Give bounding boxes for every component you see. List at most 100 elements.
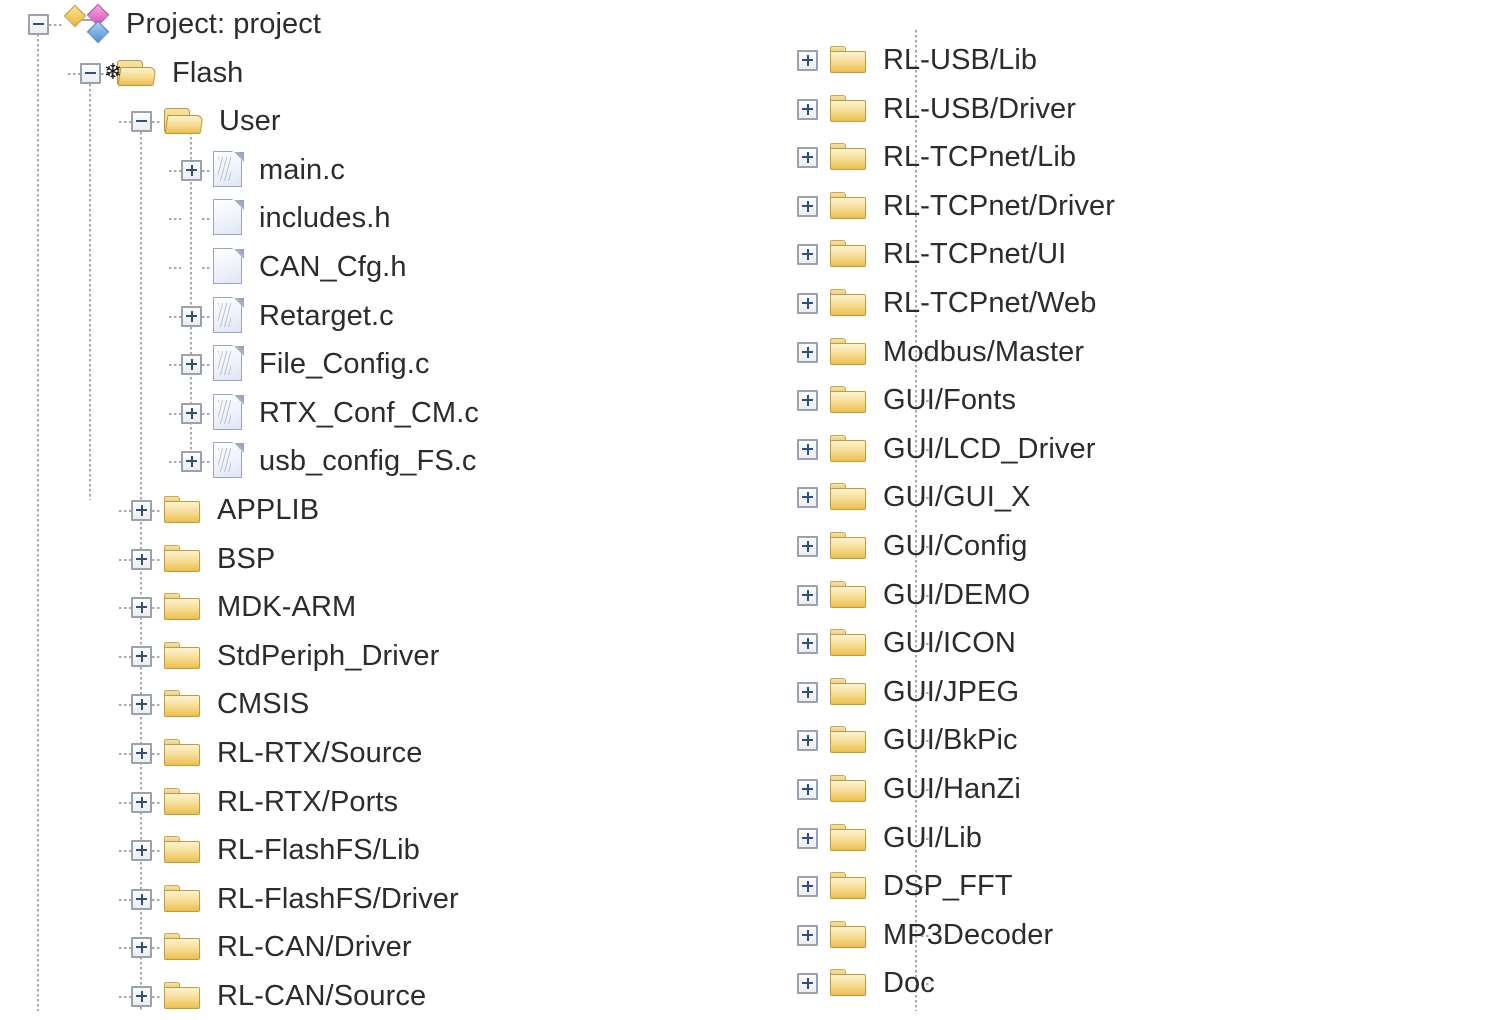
expand-plus-icon[interactable] bbox=[797, 972, 818, 994]
expand-plus-icon[interactable] bbox=[131, 693, 152, 715]
tree-node-label: BSP bbox=[217, 542, 276, 575]
tree-node[interactable]: Modbus/Master bbox=[797, 328, 1084, 376]
collapse-minus-icon[interactable] bbox=[131, 110, 152, 132]
tree-node-label: Doc bbox=[883, 966, 935, 999]
expand-plus-icon[interactable] bbox=[797, 924, 818, 946]
tree-node[interactable]: Retarget.c bbox=[28, 292, 394, 340]
expand-plus-icon[interactable] bbox=[131, 499, 152, 521]
expand-plus-icon[interactable] bbox=[181, 305, 202, 327]
expand-plus-icon[interactable] bbox=[181, 159, 202, 181]
expand-plus-icon[interactable] bbox=[131, 791, 152, 813]
tree-node[interactable]: GUI/HanZi bbox=[797, 765, 1021, 813]
tree-node[interactable]: GUI/JPEG bbox=[797, 668, 1019, 716]
expand-plus-icon[interactable] bbox=[797, 535, 818, 557]
folder-closed-icon bbox=[829, 870, 869, 902]
source-file-icon bbox=[213, 442, 245, 480]
expand-plus-icon[interactable] bbox=[797, 632, 818, 654]
tree-node[interactable]: BSP bbox=[28, 535, 275, 583]
tree-node[interactable]: RL-CAN/Source bbox=[28, 972, 426, 1020]
expand-plus-icon[interactable] bbox=[131, 596, 152, 618]
project-tree[interactable]: Project: project ❄ Flash User main.c includes… bbox=[0, 0, 1500, 1011]
tree-node[interactable]: Doc bbox=[797, 959, 935, 1007]
tree-node[interactable]: File_Config.c bbox=[28, 340, 430, 388]
collapse-minus-icon[interactable] bbox=[28, 13, 49, 35]
expand-plus-icon[interactable] bbox=[797, 195, 818, 217]
folder-closed-icon bbox=[163, 494, 203, 526]
tree-node[interactable]: MP3Decoder bbox=[797, 911, 1053, 959]
tree-node[interactable]: APPLIB bbox=[28, 486, 319, 534]
tree-node-label: MDK-ARM bbox=[217, 590, 357, 623]
tree-node-label: GUI/BkPic bbox=[883, 723, 1018, 756]
tree-node[interactable]: RL-USB/Driver bbox=[797, 85, 1076, 133]
expand-plus-icon[interactable] bbox=[797, 875, 818, 897]
expand-plus-icon[interactable] bbox=[797, 729, 818, 751]
folder-closed-icon bbox=[163, 980, 203, 1012]
expand-plus-icon[interactable] bbox=[131, 839, 152, 861]
expand-plus-icon[interactable] bbox=[797, 389, 818, 411]
expand-plus-icon[interactable] bbox=[797, 146, 818, 168]
tree-node-label: GUI/GUI_X bbox=[883, 480, 1031, 513]
expand-plus-icon[interactable] bbox=[131, 645, 152, 667]
tree-node-label: RL-USB/Driver bbox=[883, 92, 1077, 125]
tree-node[interactable]: RL-FlashFS/Lib bbox=[28, 826, 420, 874]
tree-node[interactable]: StdPeriph_Driver bbox=[28, 632, 439, 680]
expand-plus-icon[interactable] bbox=[131, 888, 152, 910]
tree-node-label: Flash bbox=[172, 56, 244, 89]
source-file-icon bbox=[213, 151, 245, 189]
tree-node-label: Retarget.c bbox=[259, 299, 394, 332]
tree-node[interactable]: GUI/Fonts bbox=[797, 376, 1016, 424]
expand-plus-icon[interactable] bbox=[797, 778, 818, 800]
expand-plus-icon[interactable] bbox=[797, 49, 818, 71]
tree-node[interactable]: GUI/ICON bbox=[797, 619, 1016, 667]
tree-node[interactable]: includes.h bbox=[28, 194, 391, 242]
tree-node[interactable]: MDK-ARM bbox=[28, 583, 356, 631]
expand-plus-icon[interactable] bbox=[181, 402, 202, 424]
expand-plus-icon[interactable] bbox=[797, 243, 818, 265]
expand-plus-icon[interactable] bbox=[181, 450, 202, 472]
tree-node[interactable]: User bbox=[28, 97, 281, 145]
tree-node[interactable]: RTX_Conf_CM.c bbox=[28, 389, 479, 437]
tree-node[interactable]: GUI/GUI_X bbox=[797, 473, 1031, 521]
folder-closed-icon bbox=[829, 579, 869, 611]
expand-plus-icon[interactable] bbox=[131, 936, 152, 958]
expand-plus-icon[interactable] bbox=[797, 341, 818, 363]
expand-plus-icon[interactable] bbox=[797, 827, 818, 849]
folder-closed-icon bbox=[829, 336, 869, 368]
expand-plus-icon[interactable] bbox=[131, 985, 152, 1007]
tree-node[interactable]: GUI/Lib bbox=[797, 814, 982, 862]
expand-plus-icon[interactable] bbox=[797, 584, 818, 606]
tree-node[interactable]: RL-RTX/Source bbox=[28, 729, 422, 777]
tree-node[interactable]: RL-TCPnet/Lib bbox=[797, 133, 1076, 181]
expand-plus-icon[interactable] bbox=[797, 438, 818, 460]
expand-plus-icon[interactable] bbox=[131, 548, 152, 570]
tree-node[interactable]: ❄ Flash bbox=[28, 49, 243, 97]
tree-node[interactable]: GUI/Config bbox=[797, 522, 1027, 570]
tree-node[interactable]: RL-USB/Lib bbox=[797, 36, 1037, 84]
tree-node[interactable]: RL-TCPnet/Web bbox=[797, 279, 1097, 327]
tree-node[interactable]: GUI/DEMO bbox=[797, 571, 1030, 619]
folder-closed-icon bbox=[829, 530, 869, 562]
tree-node[interactable]: DSP_FFT bbox=[797, 862, 1013, 910]
expand-plus-icon[interactable] bbox=[181, 353, 202, 375]
tree-node[interactable]: GUI/LCD_Driver bbox=[797, 425, 1096, 473]
tree-node[interactable]: RL-TCPnet/UI bbox=[797, 230, 1066, 278]
tree-node[interactable]: RL-FlashFS/Driver bbox=[28, 875, 459, 923]
tree-node[interactable]: CMSIS bbox=[28, 680, 309, 728]
tree-node-label: RL-CAN/Source bbox=[217, 979, 427, 1012]
collapse-minus-icon[interactable] bbox=[80, 62, 101, 84]
tree-node[interactable]: RL-TCPnet/Driver bbox=[797, 182, 1115, 230]
source-file-icon bbox=[213, 297, 245, 335]
tree-node[interactable]: RL-CAN/Driver bbox=[28, 923, 412, 971]
expand-plus-icon[interactable] bbox=[797, 681, 818, 703]
tree-node[interactable]: RL-RTX/Ports bbox=[28, 778, 398, 826]
tree-node[interactable]: usb_config_FS.c bbox=[28, 437, 477, 485]
expand-plus-icon[interactable] bbox=[797, 292, 818, 314]
tree-node[interactable]: main.c bbox=[28, 146, 345, 194]
tree-node-label: GUI/HanZi bbox=[883, 772, 1021, 805]
expand-plus-icon[interactable] bbox=[797, 486, 818, 508]
expand-plus-icon[interactable] bbox=[131, 742, 152, 764]
expand-plus-icon[interactable] bbox=[797, 98, 818, 120]
tree-node[interactable]: CAN_Cfg.h bbox=[28, 243, 407, 291]
tree-node[interactable]: GUI/BkPic bbox=[797, 716, 1018, 764]
tree-node[interactable]: Project: project bbox=[28, 0, 321, 48]
